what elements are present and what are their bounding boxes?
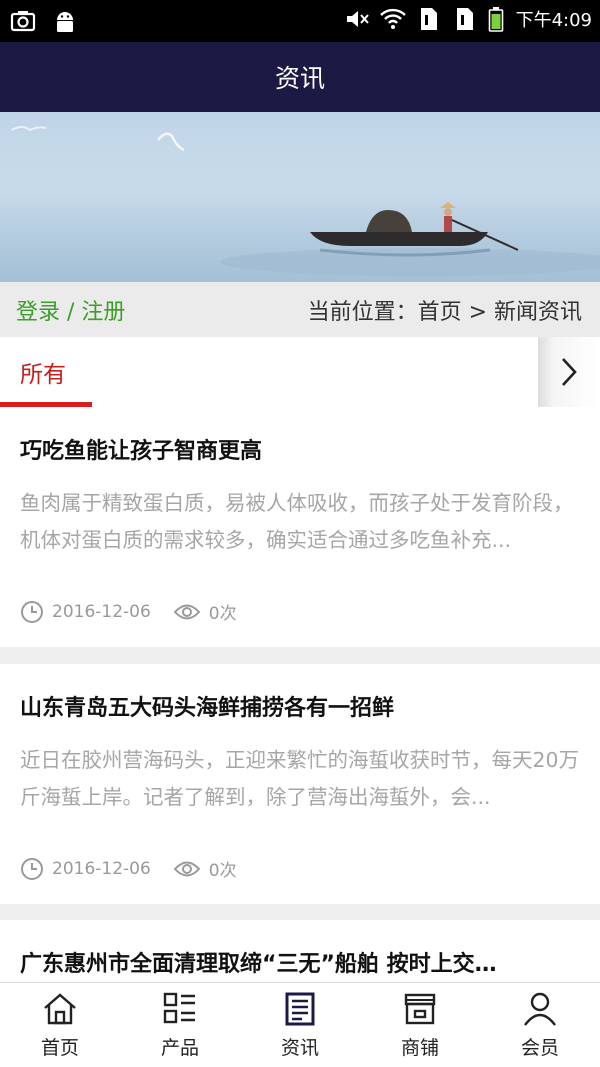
store-icon — [404, 993, 436, 1025]
mute-icon — [346, 11, 369, 27]
article-meta: 2016-12-06 0次 — [20, 856, 237, 881]
battery-icon — [488, 7, 503, 32]
chevron-right-icon — [562, 358, 577, 386]
breadcrumb: 当前位置：首页 > 新闻资讯 — [307, 300, 582, 325]
clock-icon — [21, 857, 43, 880]
home-icon — [44, 993, 76, 1025]
sim-1-icon — [420, 8, 437, 30]
article-views: 0次 — [208, 604, 237, 624]
nav-products-label: 产品 — [160, 1037, 199, 1059]
android-icon — [57, 12, 73, 32]
article-title[interactable]: 山东青岛五大码头海鲜捕捞各有一招鲜 — [20, 690, 394, 722]
list-item[interactable]: 巧吃鱼能让孩子智商更高 鱼肉属于精致蛋白质，易被人体吸收，而孩子处于发育阶段，机… — [0, 407, 600, 647]
nav-products[interactable]: 产品 — [120, 983, 240, 1067]
bottom-nav: 首页 产品 资讯 商铺 会员 — [0, 982, 600, 1067]
tab-all-label: 所有 — [20, 362, 66, 388]
nav-shops-label: 商铺 — [400, 1037, 439, 1059]
nav-member-label: 会员 — [520, 1037, 559, 1059]
camera-icon — [10, 11, 36, 32]
person-icon — [524, 992, 556, 1026]
sim-2-icon — [456, 8, 473, 30]
nav-news-label: 资讯 — [280, 1037, 319, 1059]
list-item[interactable]: 广东惠州市全面清理取缔“三无”船舶 按时上交… — [0, 920, 600, 982]
status-bar: 下午4:09 — [0, 0, 600, 42]
clock: 下午4:09 — [515, 10, 592, 31]
article-title[interactable]: 巧吃鱼能让孩子智商更高 — [20, 433, 262, 465]
article-date: 2016-12-06 — [52, 858, 151, 879]
clock-icon — [21, 600, 43, 623]
category-tabs: 所有 — [0, 337, 600, 407]
article-date: 2016-12-06 — [52, 601, 151, 622]
eye-icon — [173, 604, 201, 619]
login-register-link[interactable]: 登录 / 注册 — [16, 294, 125, 326]
nav-news[interactable]: 资讯 — [240, 983, 360, 1067]
eye-icon — [173, 861, 201, 876]
article-summary: 近日在胶州营海码头，正迎来繁忙的海蜇收获时节，每天20万斤海蜇上岸。记者了解到，… — [20, 748, 580, 809]
banner-image[interactable] — [0, 112, 600, 282]
header-bar: 资讯 — [0, 42, 600, 112]
tabs-scroll-right-button[interactable] — [538, 337, 600, 407]
wifi-icon — [379, 8, 406, 29]
tab-all[interactable]: 所有 — [0, 337, 92, 407]
boat-on-lake-image — [11, 126, 600, 276]
article-views: 0次 — [208, 861, 237, 881]
nav-member[interactable]: 会员 — [480, 983, 600, 1067]
nav-home[interactable]: 首页 — [0, 983, 120, 1067]
article-title[interactable]: 广东惠州市全面清理取缔“三无”船舶 按时上交… — [20, 946, 497, 978]
breadcrumb-bar: 登录 / 注册 当前位置：首页 > 新闻资讯 — [0, 282, 600, 337]
nav-home-label: 首页 — [40, 1037, 79, 1059]
nav-shops[interactable]: 商铺 — [360, 983, 480, 1067]
article-summary: 鱼肉属于精致蛋白质，易被人体吸收，而孩子处于发育阶段，机体对蛋白质的需求较多，确… — [20, 491, 574, 552]
grid-list-icon — [163, 992, 195, 1024]
list-item[interactable]: 山东青岛五大码头海鲜捕捞各有一招鲜 近日在胶州营海码头，正迎来繁忙的海蜇收获时节… — [0, 664, 600, 904]
document-icon — [285, 992, 315, 1026]
article-meta: 2016-12-06 0次 — [20, 599, 237, 624]
page-title: 资讯 — [274, 64, 325, 93]
